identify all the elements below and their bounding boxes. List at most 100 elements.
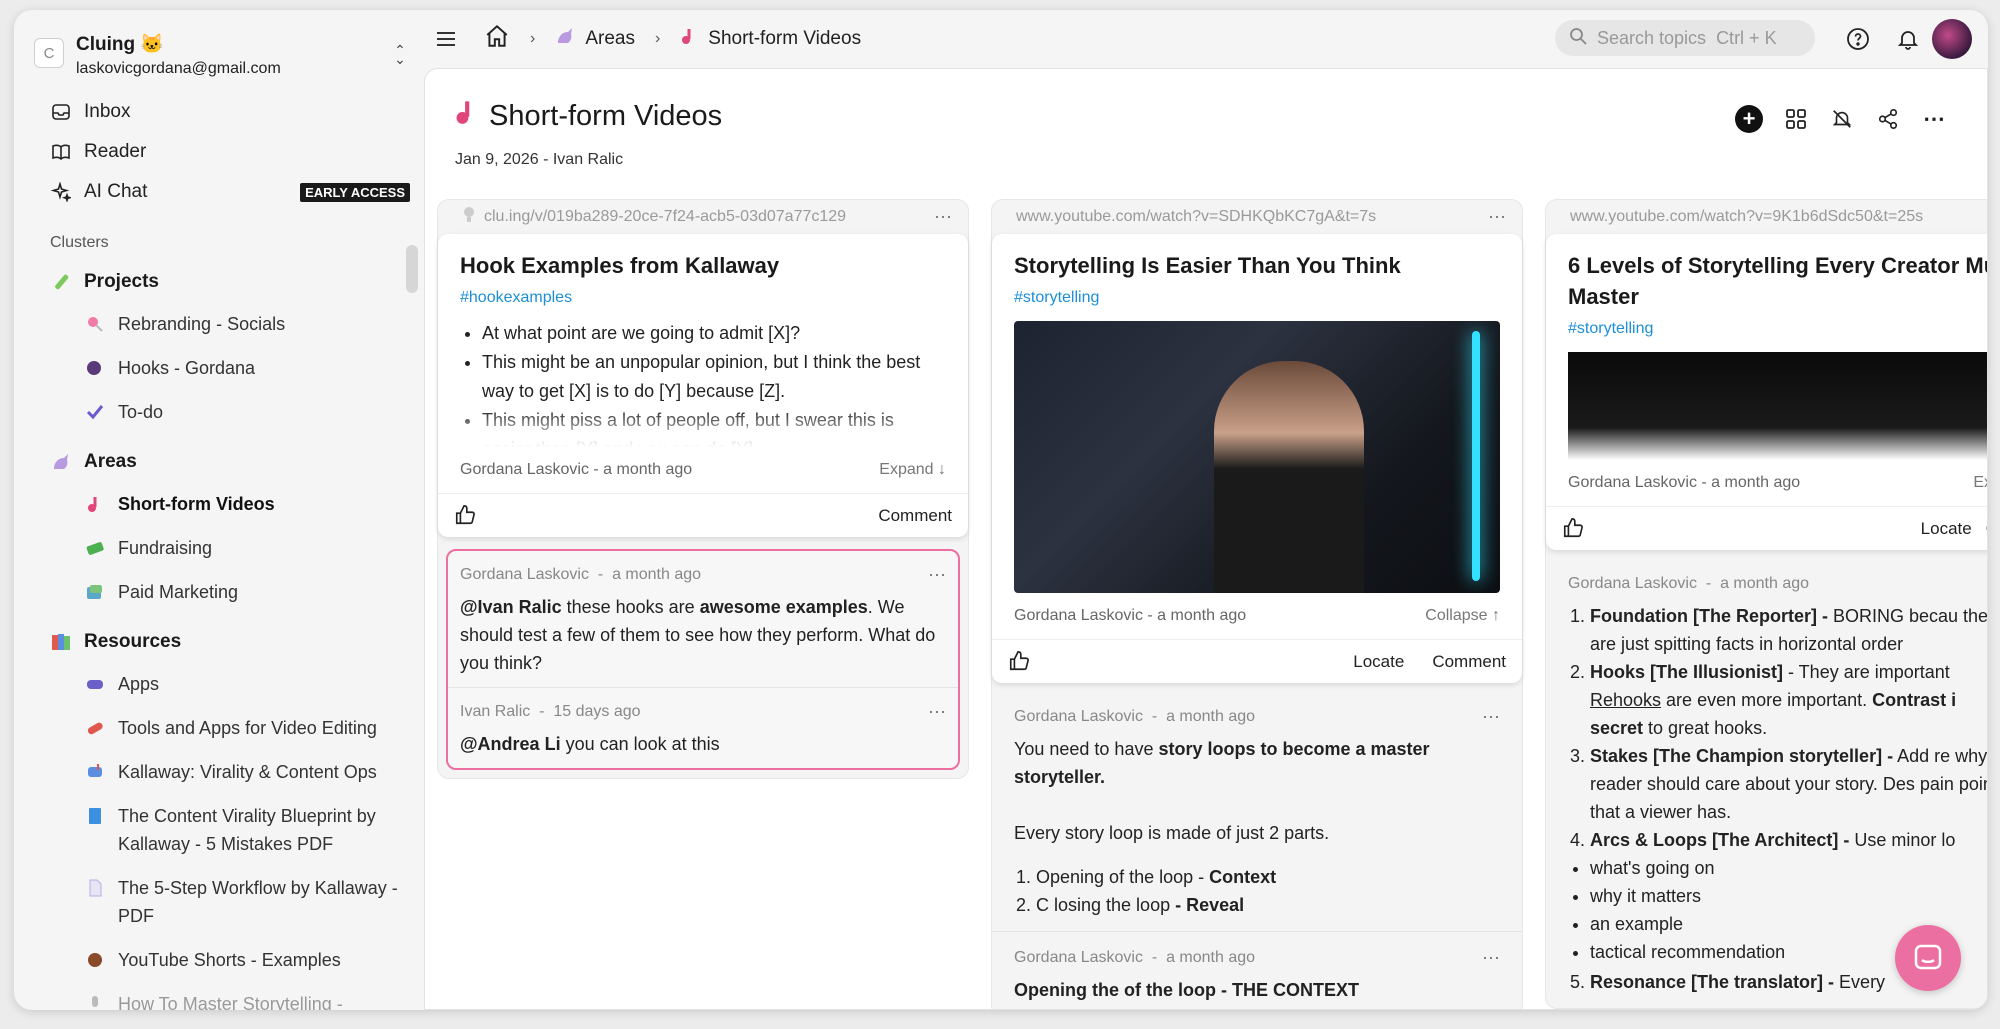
- breadcrumb-areas[interactable]: Areas: [585, 28, 635, 50]
- sidebar-item-youtube-shorts[interactable]: YouTube Shorts - Examples: [34, 938, 410, 982]
- mention[interactable]: @Andrea Li: [460, 734, 561, 754]
- card-column-levels: www.youtube.com/watch?v=9K1b6dSdc50&t=25…: [1545, 199, 1987, 1009]
- more-icon[interactable]: ⋯: [1482, 944, 1500, 972]
- sidebar-scrollbar[interactable]: [406, 245, 418, 293]
- thumbs-up-icon[interactable]: [1562, 517, 1586, 541]
- comment-button[interactable]: Comment: [878, 506, 952, 526]
- breadcrumb-current[interactable]: Short-form Videos: [708, 28, 861, 50]
- book-icon: [50, 141, 72, 163]
- workspace-name: Cluing 🐱: [76, 34, 165, 55]
- video-thumbnail[interactable]: [1568, 352, 1987, 460]
- card-url[interactable]: www.youtube.com/watch?v=SDHKQbKC7gA&t=7s…: [992, 200, 1522, 234]
- cluster-areas[interactable]: Areas: [34, 442, 410, 482]
- sidebar-item-tools[interactable]: Tools and Apps for Video Editing: [34, 706, 410, 750]
- chart-icon: [84, 581, 106, 603]
- card-bullets: At what point are we going to admit [X]?…: [460, 319, 946, 447]
- cluster-label: Areas: [84, 451, 137, 472]
- comment-time: 15 days ago: [553, 703, 641, 720]
- more-icon[interactable]: ⋯: [928, 561, 946, 589]
- app-window: C Cluing 🐱 laskovicgordana@gmail.com ⌃ ⌄ …: [14, 10, 1988, 1010]
- chevron-updown-icon[interactable]: ⌃ ⌄: [390, 43, 410, 66]
- expand-button[interactable]: Ex: [1973, 474, 1987, 492]
- sidebar-item-label: Hooks - Gordana: [118, 358, 256, 378]
- sidebar-item-todo[interactable]: To-do: [34, 390, 410, 434]
- blue-book-icon: [84, 805, 106, 827]
- home-icon[interactable]: [484, 23, 510, 55]
- card-tag[interactable]: #storytelling: [1568, 320, 1987, 338]
- bell-off-icon[interactable]: [1829, 106, 1855, 132]
- music-note-icon: [455, 99, 477, 133]
- sidebar-item-5-step-workflow[interactable]: The 5-Step Workflow by Kallaway - PDF: [34, 866, 410, 938]
- add-button[interactable]: +: [1735, 105, 1763, 133]
- more-icon[interactable]: ⋯: [1921, 106, 1947, 132]
- sidebar-item-storytelling[interactable]: How To Master Storytelling -: [34, 982, 410, 1010]
- video-thumbnail[interactable]: [1014, 321, 1500, 593]
- comment-button[interactable]: Comment: [1432, 652, 1506, 672]
- locate-button[interactable]: Locate: [1353, 652, 1404, 672]
- locate-button[interactable]: Locate: [1921, 519, 1972, 539]
- sidebar-item-fundraising[interactable]: Fundraising: [34, 526, 410, 570]
- sidebar-item-paid-marketing[interactable]: Paid Marketing: [34, 570, 410, 614]
- snail-icon: [84, 949, 106, 971]
- sidebar: C Cluing 🐱 laskovicgordana@gmail.com ⌃ ⌄ …: [14, 10, 424, 1010]
- collapse-button[interactable]: Collapse ↑: [1425, 607, 1500, 625]
- thumbs-up-icon[interactable]: [1008, 650, 1032, 674]
- sidebar-item-label: YouTube Shorts - Examples: [118, 950, 341, 970]
- checkmark-icon: [84, 401, 106, 423]
- sidebar-item-kallaway-virality[interactable]: Kallaway: Virality & Content Ops: [34, 750, 410, 794]
- expand-button[interactable]: Expand ↓: [879, 461, 946, 479]
- card-tag[interactable]: #hookexamples: [460, 289, 946, 307]
- comment: Gordana Laskovic - a month ago ⋯ @Ivan Ra…: [448, 551, 958, 688]
- card-title[interactable]: Storytelling Is Easier Than You Think: [1014, 250, 1500, 281]
- cluster-resources[interactable]: Resources: [34, 622, 410, 662]
- main-content: Short-form Videos Jan 9, 2026 - Ivan Ral…: [424, 68, 1988, 1010]
- card-tag[interactable]: #storytelling: [1014, 289, 1500, 307]
- lollipop-icon: [84, 313, 106, 335]
- comment-button[interactable]: C: [1986, 519, 1987, 539]
- sidebar-item-rebranding[interactable]: Rebranding - Socials: [34, 302, 410, 346]
- card-url[interactable]: clu.ing/v/019ba289-20ce-7f24-acb5-03d07a…: [438, 200, 968, 234]
- sidebar-item-label: Tools and Apps for Video Editing: [118, 718, 377, 738]
- sidebar-item-virality-blueprint[interactable]: The Content Virality Blueprint by Kallaw…: [34, 794, 410, 866]
- avatar[interactable]: [1932, 19, 1972, 59]
- comment: Ivan Ralic - 15 days ago ⋯ @Andrea Li you…: [448, 688, 958, 768]
- list-item: At what point are we going to admit [X]?: [482, 319, 946, 348]
- nav-reader[interactable]: Reader: [34, 132, 410, 172]
- nav-inbox[interactable]: Inbox: [34, 92, 410, 132]
- comment-author: Gordana Laskovic: [460, 566, 589, 583]
- books-icon: [50, 631, 72, 653]
- sidebar-item-apps[interactable]: Apps: [34, 662, 410, 706]
- workspace-switcher[interactable]: C Cluing 🐱 laskovicgordana@gmail.com ⌃ ⌄: [34, 32, 410, 78]
- page-title: Short-form Videos: [455, 99, 722, 133]
- more-icon[interactable]: ⋯: [934, 207, 952, 228]
- comment: Gordana Laskovic - a month ago ⋯ Opening …: [992, 932, 1522, 1009]
- search-input[interactable]: Search topics Ctrl + K: [1555, 20, 1815, 56]
- sidebar-item-label: How To Master Storytelling -: [118, 994, 343, 1010]
- thumbs-up-icon[interactable]: [454, 504, 478, 528]
- chat-launcher-button[interactable]: [1895, 925, 1961, 991]
- search-shortcut: Ctrl + K: [1716, 27, 1777, 48]
- nav-label: Reader: [84, 141, 147, 162]
- sparkle-icon: [50, 181, 72, 203]
- comment-thread: Gordana Laskovic - a month ago ⋯ @Ivan Ra…: [446, 549, 960, 770]
- arrow-up-icon: ↑: [1492, 607, 1500, 624]
- menu-icon[interactable]: [436, 26, 462, 52]
- more-icon[interactable]: ⋯: [1488, 207, 1506, 228]
- mention[interactable]: @Ivan Ralic: [460, 597, 562, 617]
- help-icon[interactable]: [1845, 26, 1871, 52]
- card-meta: Gordana Laskovic - a month ago: [1014, 607, 1247, 624]
- card-meta: Gordana Laskovic - a month ago: [1568, 474, 1801, 491]
- more-icon[interactable]: ⋯: [928, 698, 946, 726]
- more-icon[interactable]: ⋯: [1482, 703, 1500, 731]
- card-title[interactable]: Hook Examples from Kallaway: [460, 250, 946, 281]
- share-icon[interactable]: [1875, 106, 1901, 132]
- sidebar-item-short-form-videos[interactable]: Short-form Videos: [34, 482, 410, 526]
- card-title[interactable]: 6 Levels of Storytelling Every Creator M…: [1568, 250, 1987, 312]
- card-url[interactable]: www.youtube.com/watch?v=9K1b6dSdc50&t=25…: [1546, 200, 1987, 234]
- cluster-projects[interactable]: Projects: [34, 262, 410, 302]
- workspace-email: laskovicgordana@gmail.com: [76, 60, 281, 77]
- grid-icon[interactable]: [1783, 106, 1809, 132]
- nav-ai-chat[interactable]: AI Chat EARLY ACCESS: [34, 172, 410, 212]
- bell-icon[interactable]: [1895, 26, 1921, 52]
- sidebar-item-hooks[interactable]: Hooks - Gordana: [34, 346, 410, 390]
